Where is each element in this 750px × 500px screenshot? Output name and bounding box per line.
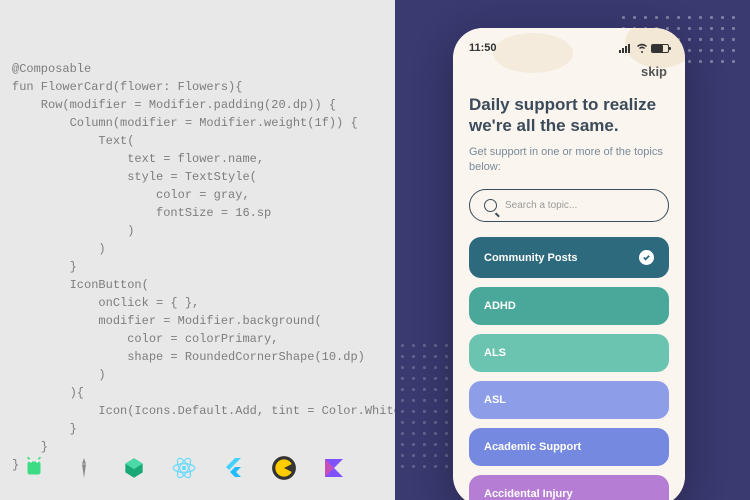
search-placeholder: Search a topic...: [505, 200, 577, 211]
phone-screen: 11:50 skip Daily support to realize we'r…: [453, 28, 685, 500]
check-icon: [639, 250, 654, 265]
status-indicators: [619, 43, 669, 53]
code-panel: @Composable fun FlowerCard(flower: Flowe…: [0, 0, 395, 500]
kotlin-icon: [320, 454, 348, 482]
code-snippet: @Composable fun FlowerCard(flower: Flowe…: [12, 60, 383, 474]
jetpack-icon: [120, 454, 148, 482]
pacman-icon: [270, 454, 298, 482]
skip-button[interactable]: skip: [641, 64, 667, 79]
android-icon: [20, 454, 48, 482]
dagger-icon: [70, 454, 98, 482]
phone-mockup: 11:50 skip Daily support to realize we'r…: [453, 28, 685, 500]
battery-icon: [651, 44, 669, 53]
topic-label: ADHD: [484, 300, 516, 312]
page-headline: Daily support to realize we're all the s…: [469, 94, 669, 137]
search-icon: [484, 199, 497, 212]
tech-icons-row: [20, 454, 348, 482]
wifi-icon: [636, 43, 648, 53]
topic-accident[interactable]: Accidental Injury: [469, 475, 669, 500]
react-icon: [170, 454, 198, 482]
showcase-panel: 11:50 skip Daily support to realize we'r…: [395, 0, 750, 500]
signal-icon: [619, 43, 633, 53]
topic-label: Community Posts: [484, 252, 578, 264]
topic-als[interactable]: ALS: [469, 334, 669, 372]
topic-label: Accidental Injury: [484, 488, 573, 500]
topic-label: ASL: [484, 394, 506, 406]
flutter-icon: [220, 454, 248, 482]
status-bar: 11:50: [469, 42, 669, 54]
topic-academic-support[interactable]: Academic Support: [469, 428, 669, 466]
topic-asl[interactable]: ASL: [469, 381, 669, 419]
search-input[interactable]: Search a topic...: [469, 189, 669, 222]
status-time: 11:50: [469, 42, 497, 54]
topic-adhd[interactable]: ADHD: [469, 287, 669, 325]
page-subhead: Get support in one or more of the topics…: [469, 145, 669, 176]
topic-label: Academic Support: [484, 441, 581, 453]
topic-label: ALS: [484, 347, 506, 359]
topic-community-posts[interactable]: Community Posts: [469, 237, 669, 278]
